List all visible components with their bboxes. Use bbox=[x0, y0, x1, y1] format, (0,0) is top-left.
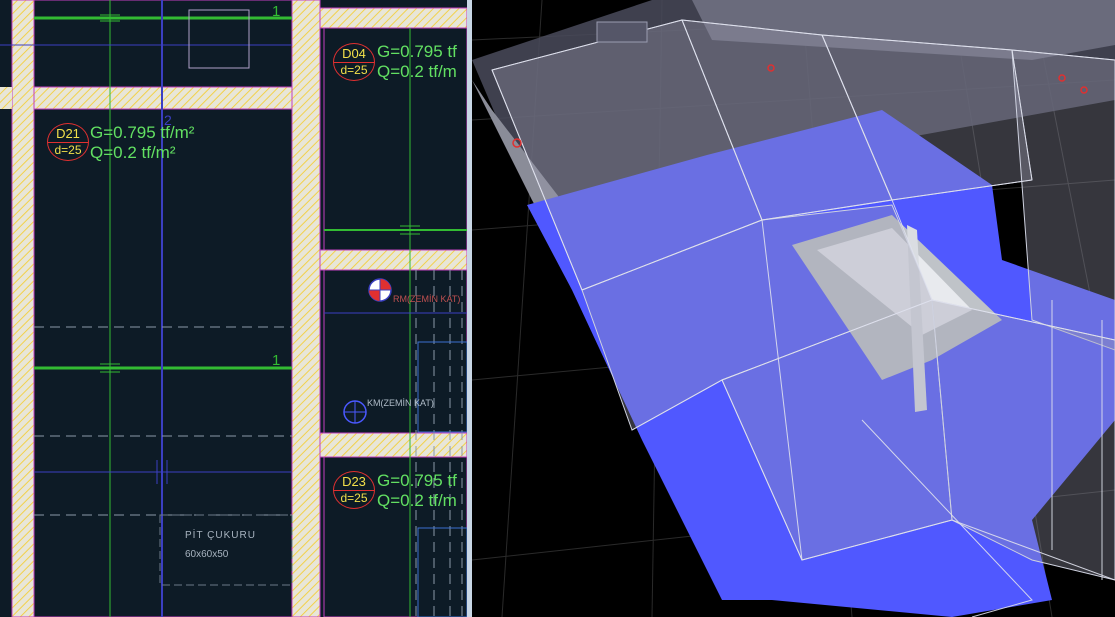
slab-id: D21 bbox=[56, 126, 80, 141]
slab-thickness: d=25 bbox=[334, 490, 374, 505]
slab-id: D04 bbox=[342, 46, 366, 61]
slab-dead-load: G=0.795 tf bbox=[377, 42, 457, 61]
column-symbol-icon bbox=[343, 400, 367, 424]
model-view[interactable] bbox=[472, 0, 1115, 617]
column-mark-label: KM(ZEMİN KAT) bbox=[367, 398, 434, 408]
slab-label-d23[interactable]: D23 d=25 bbox=[333, 471, 375, 509]
slab-live-load: Q=0.2 tf/m² bbox=[90, 143, 176, 162]
slab-thickness: d=25 bbox=[334, 62, 374, 77]
slab-dead-load: G=0.795 tf/m² bbox=[90, 123, 195, 142]
column-symbol-icon bbox=[368, 278, 392, 302]
slab-thickness: d=25 bbox=[48, 142, 88, 157]
plan-view[interactable]: 1 1 2 D04 d=25 G=0.795 tf Q=0.2 tf/m D21… bbox=[0, 0, 467, 617]
column-mark-km[interactable] bbox=[343, 400, 367, 424]
column-mark-label: RM(ZEMİN KAT) bbox=[393, 294, 461, 304]
slab-id: D23 bbox=[342, 474, 366, 489]
axis-label-1: 1 bbox=[272, 3, 281, 20]
pit-title: PİT ÇUKURU bbox=[185, 530, 256, 541]
slab-label-d21[interactable]: D21 d=25 bbox=[47, 123, 89, 161]
slab-live-load: Q=0.2 tf/m bbox=[377, 491, 457, 510]
slab-live-load: Q=0.2 tf/m bbox=[377, 62, 457, 81]
plan-canvas[interactable] bbox=[0, 0, 467, 617]
roof-opening bbox=[596, 21, 648, 43]
slab-label-d04[interactable]: D04 d=25 bbox=[333, 43, 375, 81]
slab-dead-load: G=0.795 tf bbox=[377, 471, 457, 490]
pit-size: 60x60x50 bbox=[185, 549, 229, 560]
axis-label-1-lower: 1 bbox=[272, 352, 281, 369]
column-mark-rm[interactable] bbox=[368, 278, 392, 302]
model-canvas[interactable] bbox=[472, 0, 1115, 617]
